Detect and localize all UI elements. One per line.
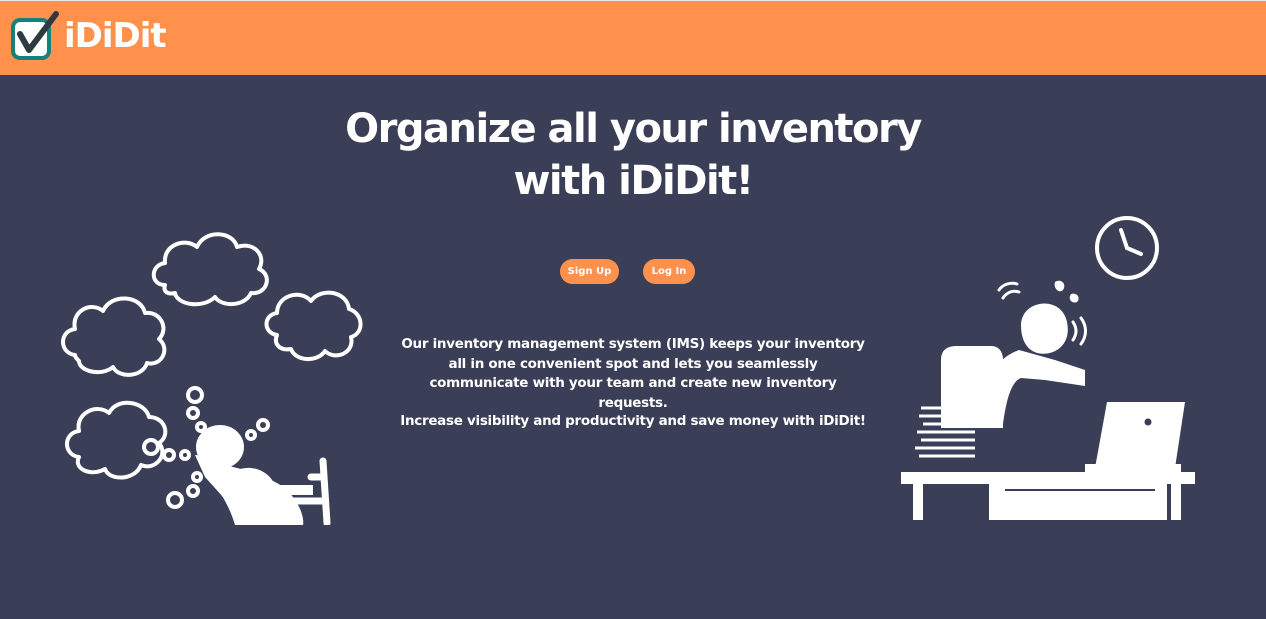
hero-section: Organize all your inventory with iDiDit!… bbox=[0, 75, 1266, 619]
log-in-button[interactable]: Log In bbox=[643, 259, 695, 284]
page-title: Organize all your inventory with iDiDit! bbox=[333, 103, 933, 207]
brand-logo[interactable]: iDiDit bbox=[10, 10, 167, 62]
top-header: iDiDit bbox=[0, 0, 1266, 75]
brand-name: iDiDit bbox=[64, 16, 167, 56]
title-line-2: with iDiDit! bbox=[513, 158, 754, 204]
title-line-1: Organize all your inventory bbox=[345, 106, 922, 152]
landing-page: iDiDit Organize all your inventory with … bbox=[0, 0, 1266, 619]
tagline-text: Increase visibility and productivity and… bbox=[400, 413, 866, 429]
description-text: Our inventory management system (IMS) ke… bbox=[401, 336, 865, 411]
stressed-person-thinking-icon bbox=[61, 232, 363, 525]
sign-up-button[interactable]: Sign Up bbox=[560, 259, 619, 284]
checkbox-check-icon bbox=[11, 11, 59, 60]
stressed-worker-at-desk-icon bbox=[901, 216, 1195, 520]
